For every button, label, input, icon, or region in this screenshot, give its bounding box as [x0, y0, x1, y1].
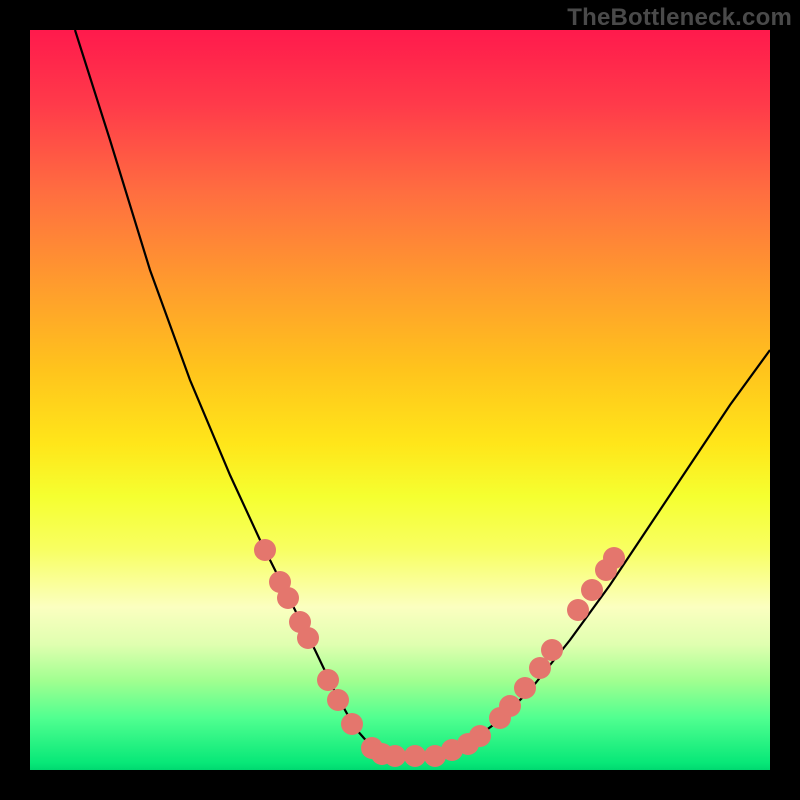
- curve-marker: [514, 677, 536, 699]
- chart-plot-area: [30, 30, 770, 770]
- curve-marker: [384, 745, 406, 767]
- curve-marker: [297, 627, 319, 649]
- curve-marker: [327, 689, 349, 711]
- curve-marker: [277, 587, 299, 609]
- curve-marker: [254, 539, 276, 561]
- curve-marker: [603, 547, 625, 569]
- curve-marker: [581, 579, 603, 601]
- curve-marker: [404, 745, 426, 767]
- chart-frame: TheBottleneck.com: [0, 0, 800, 800]
- curve-marker: [469, 725, 491, 747]
- curve-marker: [317, 669, 339, 691]
- curve-marker: [567, 599, 589, 621]
- curve-marker: [341, 713, 363, 735]
- curve-marker: [541, 639, 563, 661]
- watermark-text: TheBottleneck.com: [567, 4, 792, 32]
- curve-marker: [499, 695, 521, 717]
- bottleneck-curve: [30, 30, 770, 770]
